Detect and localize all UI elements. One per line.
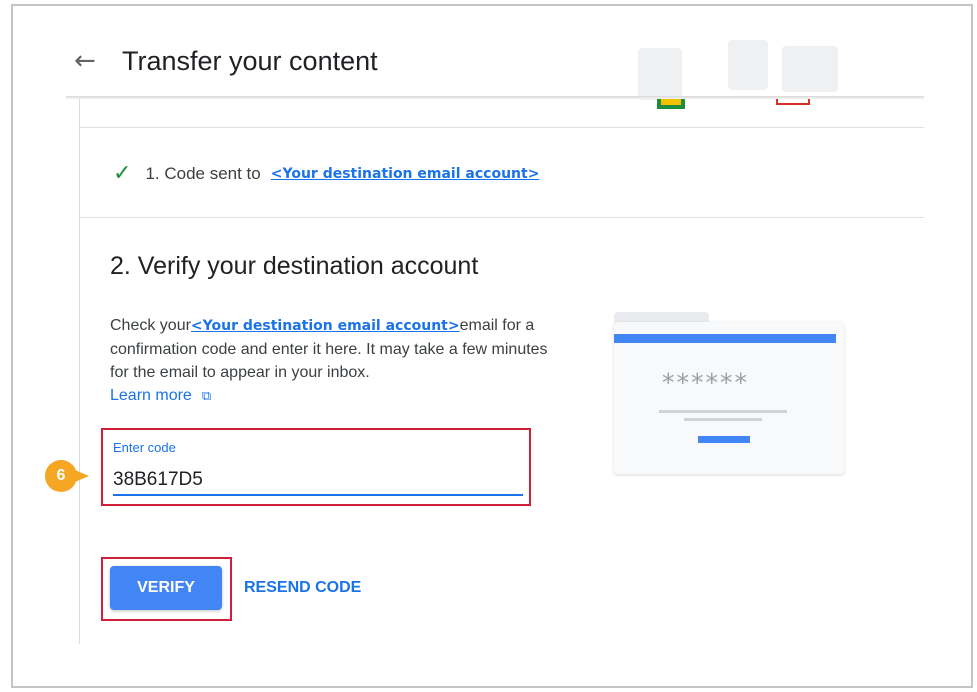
code-field-label: Enter code	[113, 440, 176, 455]
code-input[interactable]	[113, 466, 523, 496]
step-number-badge: 6	[45, 460, 89, 492]
back-arrow-icon[interactable]: ←	[74, 46, 114, 76]
step1-row: ✓ 1. Code sent to <Your destination emai…	[113, 161, 539, 186]
step2-title: 2. Verify your destination account	[110, 252, 479, 280]
masked-code: ******	[662, 368, 749, 397]
step2-email-link[interactable]: <Your destination email account>	[191, 318, 460, 334]
step2-description: Check your<Your destination email accoun…	[110, 314, 550, 408]
check-icon: ✓	[113, 161, 132, 186]
gmail-icon	[776, 99, 810, 105]
step1-text: 1. Code sent to	[145, 163, 261, 183]
illustration-line	[659, 410, 787, 413]
divider	[80, 127, 924, 128]
resend-code-button[interactable]: RESEND CODE	[236, 566, 369, 610]
learn-more-link[interactable]: Learn more	[110, 387, 192, 404]
illustration-card: ******	[614, 322, 844, 474]
sheets-icon	[657, 99, 685, 109]
verify-button[interactable]: VERIFY	[110, 566, 222, 610]
page-title: Transfer your content	[122, 45, 378, 76]
illustration-line	[684, 418, 762, 421]
content-border	[79, 99, 80, 644]
code-field-highlight: Enter code	[101, 428, 531, 506]
step1-email-link[interactable]: <Your destination email account>	[271, 166, 540, 182]
illustration-bar	[614, 334, 836, 343]
illustration-button	[698, 436, 750, 443]
external-link-icon[interactable]: ⧉	[202, 385, 211, 408]
divider	[80, 217, 924, 218]
verification-illustration: ******	[614, 312, 846, 476]
desc-prefix: Check your	[110, 317, 191, 334]
page-header: ← Transfer your content	[74, 36, 378, 86]
